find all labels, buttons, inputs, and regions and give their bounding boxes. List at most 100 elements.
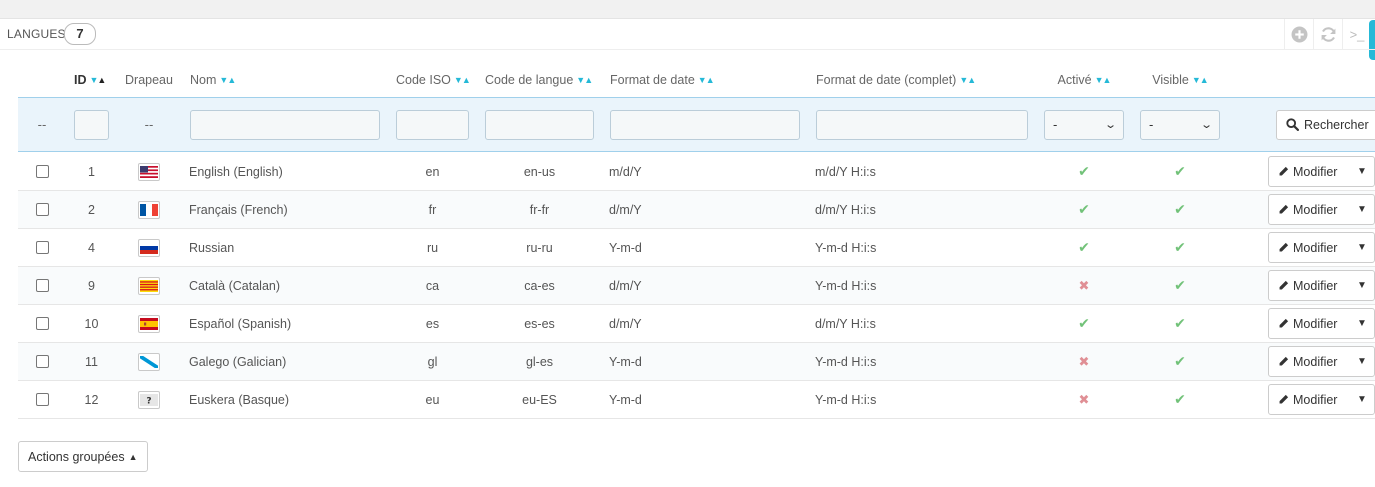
edit-dropdown-toggle[interactable]: ▼ <box>1350 166 1374 177</box>
sort-arrows[interactable]: ▼▲ <box>90 75 107 85</box>
row-date-format: d/m/Y <box>609 278 642 293</box>
col-header-visible[interactable]: Visible ▼▲ <box>1140 62 1220 97</box>
col-header-id[interactable]: ID ▼▲ <box>74 62 122 97</box>
add-new-button[interactable] <box>1284 19 1313 49</box>
visible-check-icon[interactable]: ✔ <box>1174 391 1186 408</box>
sort-arrows[interactable]: ▼▲ <box>959 75 976 85</box>
row-select-checkbox[interactable] <box>35 241 49 254</box>
edit-button-group: Modifier ▼ <box>1268 384 1375 415</box>
col-header-full-date-format[interactable]: Format de date (complet) ▼▲ <box>816 62 1036 97</box>
pencil-icon <box>1279 242 1289 252</box>
search-button[interactable]: Rechercher <box>1276 109 1375 140</box>
plus-circle-icon <box>1291 26 1307 42</box>
refresh-list-button[interactable] <box>1313 19 1342 49</box>
filter-search-cell: Rechercher <box>1276 98 1375 151</box>
active-check-icon[interactable]: ✔ <box>1078 163 1090 180</box>
filter-visible-cell: - ⌄ <box>1140 98 1220 151</box>
edit-dropdown-toggle[interactable]: ▼ <box>1350 356 1374 367</box>
filter-checkbox-placeholder: -- <box>37 117 47 132</box>
inactive-cross-icon[interactable]: ✖ <box>1079 354 1090 370</box>
edit-dropdown-toggle[interactable]: ▼ <box>1350 280 1374 291</box>
edit-button[interactable]: Modifier <box>1269 165 1350 179</box>
col-header-date-format[interactable]: Format de date ▼▲ <box>610 62 810 97</box>
filter-language-code-cell <box>485 98 594 151</box>
sort-arrows[interactable]: ▼▲ <box>698 75 715 85</box>
panel-count-badge: 7 <box>64 23 96 45</box>
row-iso: eu <box>425 392 440 407</box>
edit-button[interactable]: Modifier <box>1269 355 1350 369</box>
row-language-code: en-us <box>523 164 556 179</box>
col-header-name[interactable]: Nom ▼▲ <box>190 62 390 97</box>
edit-button[interactable]: Modifier <box>1269 203 1350 217</box>
visible-check-icon[interactable]: ✔ <box>1174 315 1186 332</box>
sort-arrows[interactable]: ▼▲ <box>219 75 236 85</box>
edit-dropdown-toggle[interactable]: ▼ <box>1350 242 1374 253</box>
sql-query-button[interactable]: >_ <box>1342 19 1371 49</box>
filter-active-cell: - ⌄ <box>1044 98 1124 151</box>
filter-id-cell <box>74 98 109 151</box>
table-row[interactable]: 11 Galego (Galician) gl gl-es Y-m-d Y-m-… <box>18 343 1375 381</box>
edit-button[interactable]: Modifier <box>1269 393 1350 407</box>
edit-dropdown-toggle[interactable]: ▼ <box>1350 318 1374 329</box>
active-check-icon[interactable]: ✔ <box>1078 201 1090 218</box>
edit-button-group: Modifier ▼ <box>1268 156 1375 187</box>
sort-arrows[interactable]: ▼▲ <box>1192 75 1209 85</box>
edit-dropdown-toggle[interactable]: ▼ <box>1350 204 1374 215</box>
row-iso: ca <box>425 278 440 293</box>
edit-button[interactable]: Modifier <box>1269 279 1350 293</box>
row-select-checkbox[interactable] <box>35 393 49 406</box>
visible-check-icon[interactable]: ✔ <box>1174 353 1186 370</box>
active-check-icon[interactable]: ✔ <box>1078 239 1090 256</box>
row-full-date-format: Y-m-d H:i:s <box>815 278 877 293</box>
table-row[interactable]: 2 Français (French) fr fr-fr d/m/Y d/m/Y… <box>18 191 1375 229</box>
row-id: 11 <box>85 354 98 369</box>
row-select-checkbox[interactable] <box>35 355 49 368</box>
row-full-date-format: d/m/Y H:i:s <box>815 316 876 331</box>
filter-flag-placeholder: -- <box>144 117 154 132</box>
table-row[interactable]: 10 Español (Spanish) es es-es d/m/Y d/m/… <box>18 305 1375 343</box>
bulk-actions-button[interactable]: Actions groupées ▲ <box>18 441 148 472</box>
top-strip <box>0 0 1375 19</box>
col-header-language-code[interactable]: Code de langue ▼▲ <box>485 62 615 97</box>
row-select-checkbox[interactable] <box>35 279 49 292</box>
edit-button[interactable]: Modifier <box>1269 317 1350 331</box>
filter-language-code-input[interactable] <box>485 109 594 140</box>
visible-check-icon[interactable]: ✔ <box>1174 277 1186 294</box>
visible-check-icon[interactable]: ✔ <box>1174 201 1186 218</box>
sort-arrows[interactable]: ▼▲ <box>454 75 471 85</box>
row-name: Russian <box>189 240 235 255</box>
filter-date-format-input[interactable] <box>610 109 800 140</box>
edit-button[interactable]: Modifier <box>1269 241 1350 255</box>
row-language-code: fr-fr <box>529 202 550 217</box>
table-row[interactable]: 1 English (English) en en-us m/d/Y m/d/Y… <box>18 153 1375 191</box>
filter-active-select[interactable]: - ⌄ <box>1044 109 1124 140</box>
table-row[interactable]: 9 Català (Catalan) ca ca-es d/m/Y Y-m-d … <box>18 267 1375 305</box>
filter-id-input[interactable] <box>74 109 109 140</box>
flag-es-icon <box>138 314 160 333</box>
active-check-icon[interactable]: ✔ <box>1078 315 1090 332</box>
row-name: Català (Catalan) <box>189 278 281 293</box>
inactive-cross-icon[interactable]: ✖ <box>1079 392 1090 408</box>
row-select-checkbox[interactable] <box>35 165 49 178</box>
pencil-icon <box>1279 318 1289 328</box>
col-header-active[interactable]: Activé ▼▲ <box>1044 62 1124 97</box>
table-row[interactable]: 4 Russian ru ru-ru Y-m-d Y-m-d H:i:s ✔ ✔… <box>18 229 1375 267</box>
edit-dropdown-toggle[interactable]: ▼ <box>1350 394 1374 405</box>
filter-name-input[interactable] <box>190 109 380 140</box>
edit-button-group: Modifier ▼ <box>1268 270 1375 301</box>
filter-iso-input[interactable] <box>396 109 469 140</box>
row-id: 9 <box>88 278 95 293</box>
table-row[interactable]: 12 ? Euskera (Basque) eu eu-ES Y-m-d Y-m… <box>18 381 1375 419</box>
sort-arrows[interactable]: ▼▲ <box>576 75 593 85</box>
visible-check-icon[interactable]: ✔ <box>1174 239 1186 256</box>
col-header-iso[interactable]: Code ISO ▼▲ <box>396 62 486 97</box>
row-select-checkbox[interactable] <box>35 203 49 216</box>
inactive-cross-icon[interactable]: ✖ <box>1079 278 1090 294</box>
row-select-checkbox[interactable] <box>35 317 49 330</box>
flag-fr-icon <box>138 200 160 219</box>
sort-arrows[interactable]: ▼▲ <box>1095 75 1112 85</box>
visible-check-icon[interactable]: ✔ <box>1174 163 1186 180</box>
filter-full-date-format-input[interactable] <box>816 109 1028 140</box>
row-date-format: d/m/Y <box>609 316 642 331</box>
filter-visible-select[interactable]: - ⌄ <box>1140 109 1220 140</box>
